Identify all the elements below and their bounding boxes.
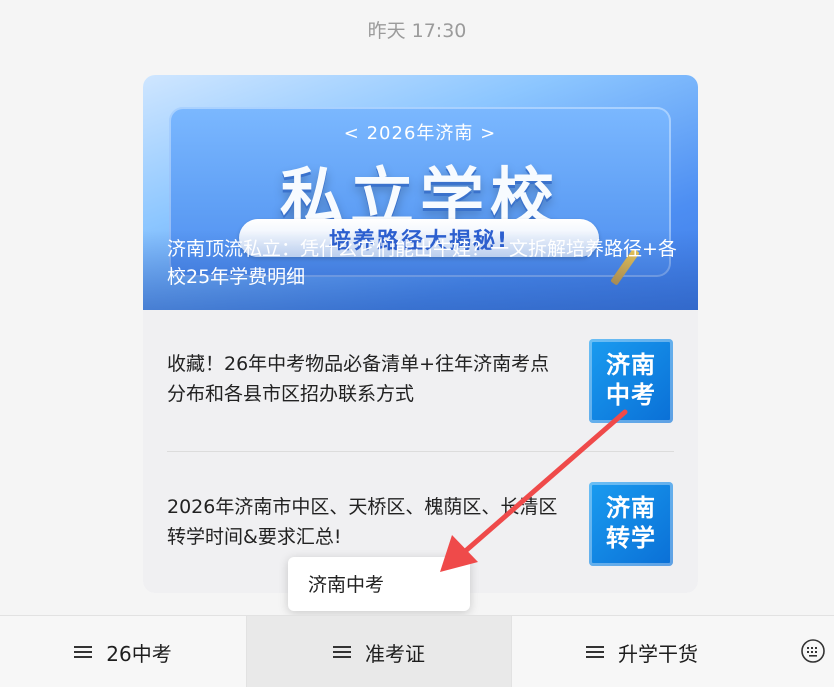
list-item[interactable]: 收藏！26年中考物品必备清单+往年济南考点分布和各县市区招办联系方式 济南 中考 (143, 310, 698, 452)
submenu-popup: 济南中考 (288, 557, 470, 611)
submenu-item-jinan-zhongkao[interactable]: 济南中考 (308, 570, 384, 597)
message-timestamp: 昨天 17:30 (367, 20, 467, 42)
menu-item-label: 升学干货 (618, 641, 698, 666)
menu-icon (586, 645, 604, 659)
cover-article-title: 济南顶流私立：凭什么它们能出牛娃？一文拆解培养路径+各校25年学费明细 (167, 238, 677, 288)
article-cover[interactable]: < 2026年济南 > 私立学校 培养路径大揭秘! 济南顶流私立：凭什么它们能出… (143, 75, 698, 310)
menu-item-admission-ticket[interactable]: 准考证 (247, 616, 511, 687)
menu-item-study-tips[interactable]: 升学干货 (512, 616, 772, 687)
list-item-title: 2026年济南市中区、天桥区、槐荫区、长清区转学时间&要求汇总! (167, 496, 558, 548)
keyboard-icon[interactable] (800, 638, 826, 664)
list-item-thumbnail: 济南 转学 (589, 482, 673, 566)
chat-page: 昨天 17:30 < 2026年济南 > 私立学校 培养路径大揭秘! 济南顶流私… (0, 0, 834, 687)
thumbnail-text: 中考 (606, 381, 656, 409)
menu-item-label: 26中考 (106, 641, 172, 666)
list-item-thumbnail: 济南 中考 (589, 339, 673, 423)
thumbnail-text: 济南 (606, 351, 656, 379)
list-item-title: 收藏！26年中考物品必备清单+往年济南考点分布和各县市区招办联系方式 (167, 353, 550, 405)
article-list: 收藏！26年中考物品必备清单+往年济南考点分布和各县市区招办联系方式 济南 中考… (143, 310, 698, 593)
menu-item-label: 准考证 (365, 641, 425, 666)
banner-tag: < 2026年济南 > (343, 123, 497, 144)
menu-icon (333, 645, 351, 659)
bottom-menu-bar: 26中考 准考证 升学干货 (0, 615, 834, 687)
menu-icon (74, 645, 93, 659)
thumbnail-text: 济南 (606, 494, 656, 522)
article-card: < 2026年济南 > 私立学校 培养路径大揭秘! 济南顶流私立：凭什么它们能出… (143, 75, 698, 593)
menu-item-26zhongkao[interactable]: 26中考 (0, 616, 246, 687)
thumbnail-text: 转学 (606, 524, 656, 552)
